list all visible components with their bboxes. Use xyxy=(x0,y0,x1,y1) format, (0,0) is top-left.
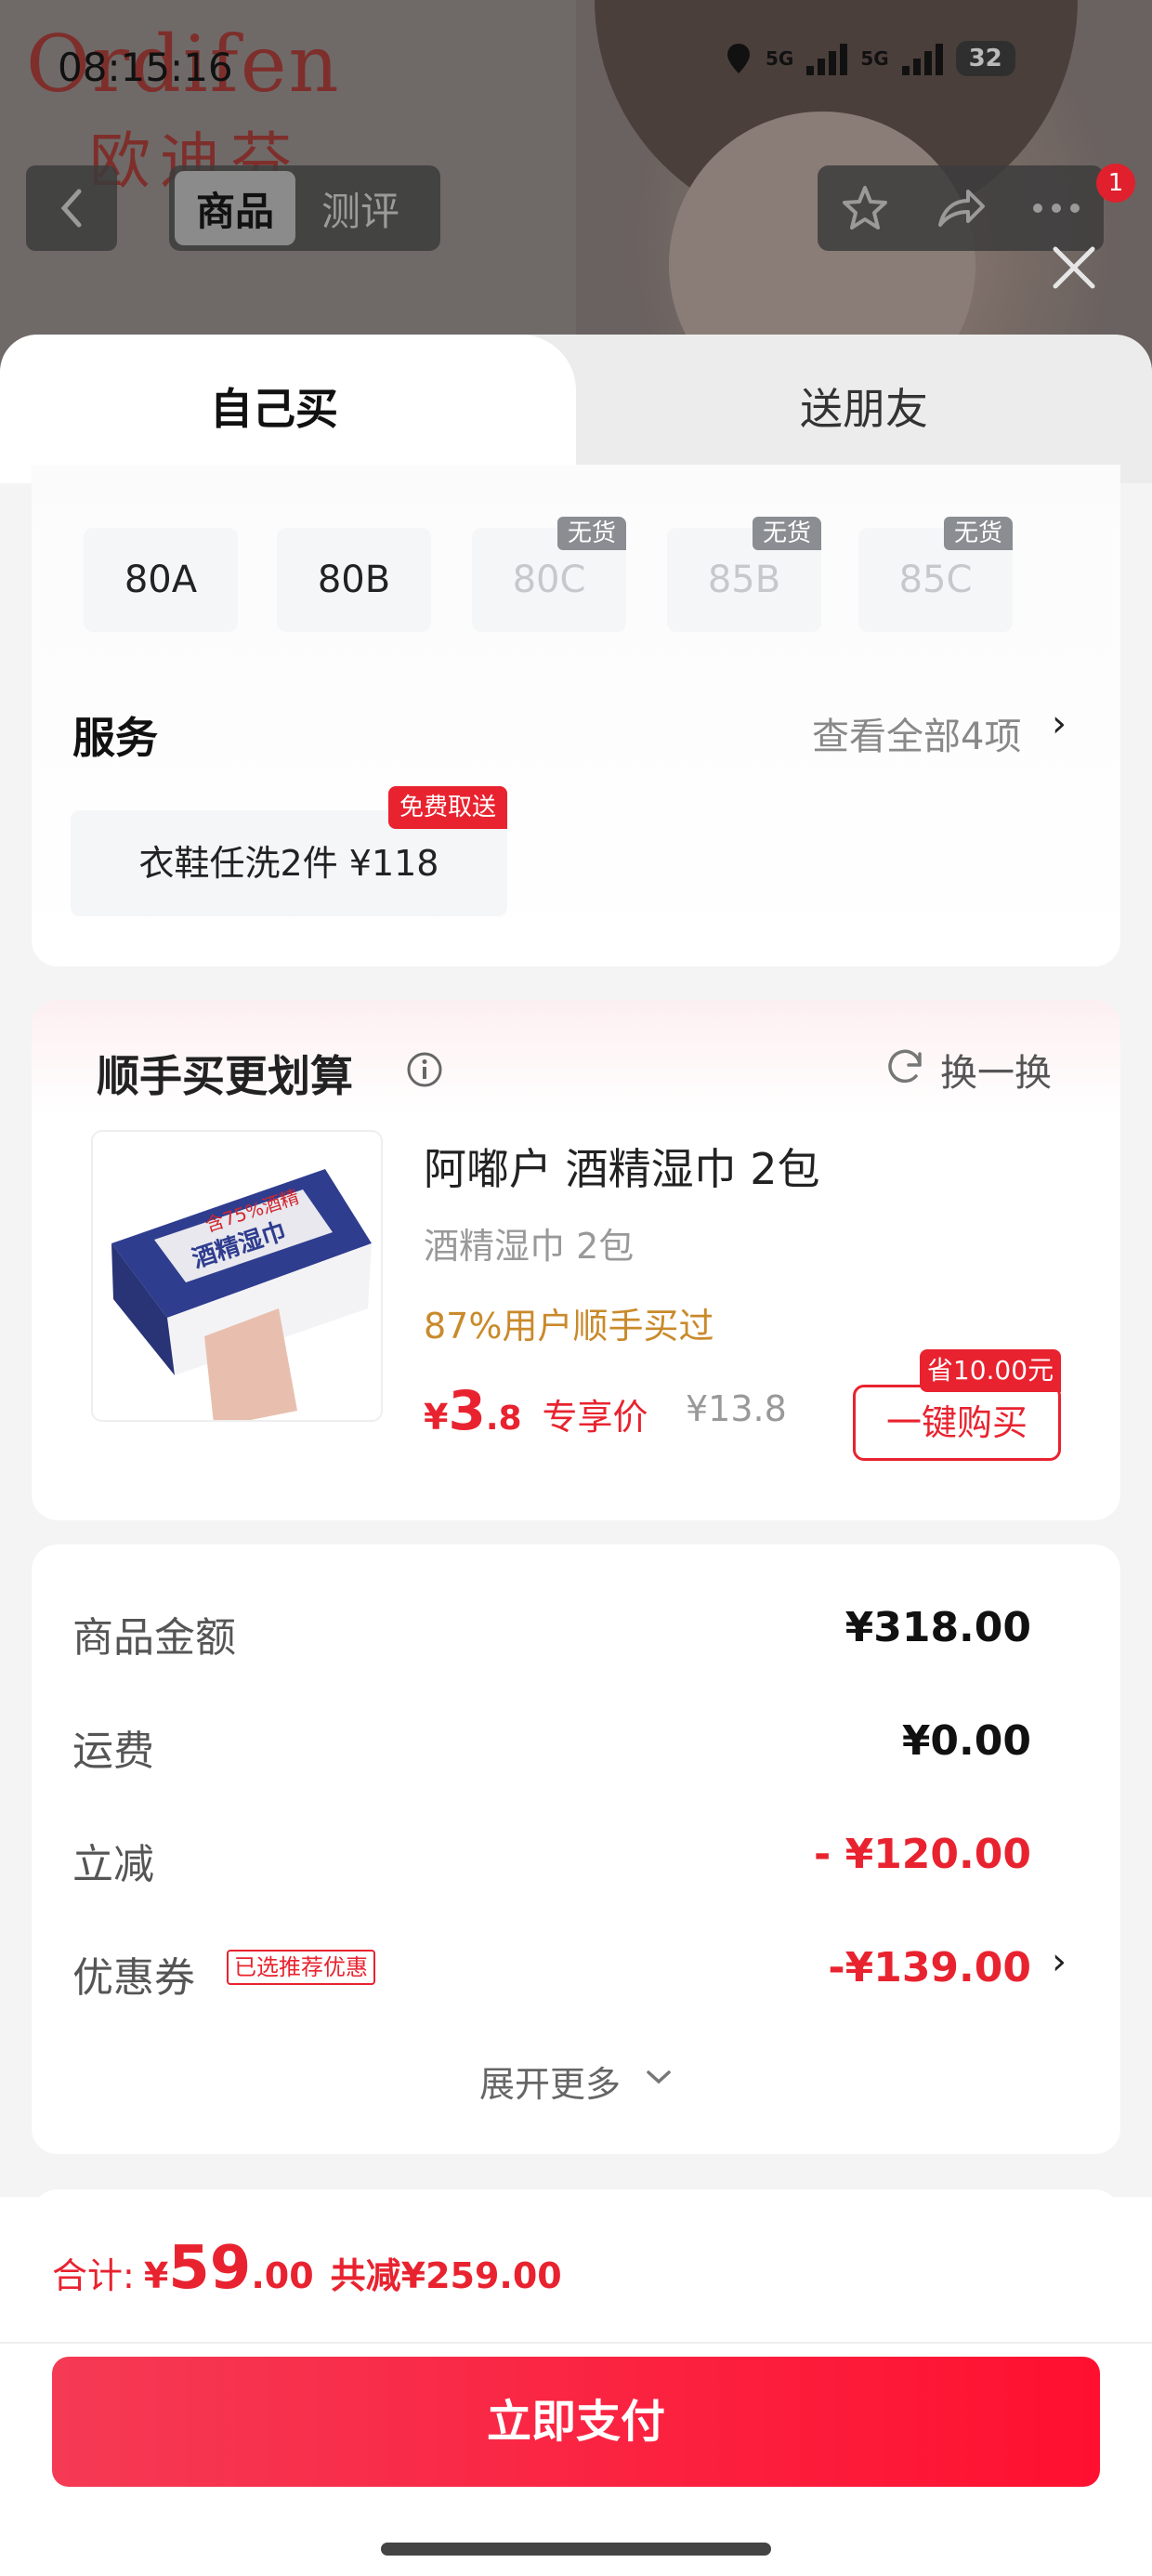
info-icon[interactable] xyxy=(405,1050,444,1089)
price-row-value: - ¥120.00 xyxy=(814,1831,1031,1878)
save-amount-tag: 省10.00元 xyxy=(920,1349,1061,1392)
total-label: 合计: xyxy=(52,2255,135,2296)
chevron-right-icon[interactable]: › xyxy=(1052,703,1067,745)
more-icon[interactable] xyxy=(1030,199,1082,217)
size-label: 80A xyxy=(124,559,198,601)
back-button[interactable] xyxy=(26,165,117,251)
coupon-row-label[interactable]: 优惠券 xyxy=(72,1944,195,2004)
nav-actions xyxy=(818,165,1104,251)
out-of-stock-tag: 无货 xyxy=(944,517,1013,550)
size-option-85b[interactable]: 85B 无货 xyxy=(667,517,821,632)
total-currency: ¥ xyxy=(143,2255,169,2296)
pay-now-button[interactable]: 立即支付 xyxy=(52,2357,1100,2487)
total-integer: 59 xyxy=(168,2234,252,2303)
status-time: 08:15:16 xyxy=(58,45,233,90)
total-decimal: .00 xyxy=(251,2255,314,2296)
tab-gift-to-friend[interactable]: 送朋友 xyxy=(576,375,1152,437)
total-saved: 共减¥259.00 xyxy=(330,2255,562,2296)
nav-tabs: 商品 测评 xyxy=(169,165,440,251)
chevron-right-icon[interactable]: › xyxy=(1052,1940,1067,1983)
location-icon xyxy=(727,44,750,73)
size-option-85c[interactable]: 85C 无货 xyxy=(858,517,1013,632)
expand-more-button[interactable]: 展开更多 xyxy=(479,2056,621,2107)
price-label: 专享价 xyxy=(542,1397,648,1438)
close-icon[interactable] xyxy=(1046,240,1102,296)
upsell-price: ¥ 3 .8 专享价 xyxy=(424,1379,648,1442)
battery-icon: 32 xyxy=(955,41,1015,76)
coupon-row-value[interactable]: -¥139.00 xyxy=(828,1944,1031,1991)
signal-icon-1 xyxy=(806,42,848,75)
service-title: 服务 xyxy=(72,713,158,763)
tab-review[interactable]: 测评 xyxy=(295,171,425,245)
size-label: 85C xyxy=(898,559,973,601)
refresh-icon[interactable] xyxy=(883,1045,927,1089)
size-option-80a[interactable]: 80A xyxy=(84,528,238,632)
price-row-label: 立减 xyxy=(72,1841,154,1888)
star-icon[interactable] xyxy=(839,182,891,234)
tab-buy-for-self[interactable]: 自己买 xyxy=(0,375,548,437)
price-row-value: ¥318.00 xyxy=(844,1604,1031,1651)
size-option-80c[interactable]: 80C 无货 xyxy=(472,517,626,632)
network-label-1: 5G xyxy=(766,47,794,70)
size-option-80b[interactable]: 80B xyxy=(277,528,431,632)
service-view-all[interactable]: 查看全部4项 xyxy=(812,706,1021,760)
size-label: 80C xyxy=(512,559,586,601)
upsell-product-desc: 酒精湿巾 2包 xyxy=(424,1226,635,1267)
upsell-purchase-stat: 87%用户顺手买过 xyxy=(424,1306,714,1347)
size-label: 85B xyxy=(707,559,781,601)
upsell-title: 顺手买更划算 xyxy=(97,1051,353,1101)
one-click-buy-button[interactable]: 一键购买 xyxy=(853,1385,1061,1461)
size-label: 80B xyxy=(317,559,391,601)
home-indicator[interactable] xyxy=(381,2543,771,2556)
out-of-stock-tag: 无货 xyxy=(557,517,626,550)
price-currency: ¥ xyxy=(424,1397,449,1438)
chevron-down-icon[interactable] xyxy=(645,2069,673,2087)
share-icon[interactable] xyxy=(933,182,988,234)
notification-badge: 1 xyxy=(1096,164,1135,203)
network-label-2: 5G xyxy=(860,47,889,70)
price-row-label: 商品金额 xyxy=(72,1614,236,1662)
price-row-label: 运费 xyxy=(72,1728,154,1775)
upsell-product-name[interactable]: 阿嘟户 酒精湿巾 2包 xyxy=(424,1136,820,1197)
original-price: ¥13.8 xyxy=(686,1388,787,1429)
footer-divider xyxy=(0,2342,1152,2344)
upsell-product-image[interactable]: 含75%酒精 酒精湿巾 xyxy=(91,1130,383,1422)
status-indicators: 5G 5G 32 xyxy=(725,41,1015,76)
wet-wipes-package-illustration: 含75%酒精 酒精湿巾 xyxy=(93,1132,381,1420)
coupon-recommended-tag: 已选推荐优惠 xyxy=(227,1950,375,1985)
free-pickup-badge: 免费取送 xyxy=(388,786,507,829)
price-decimal: .8 xyxy=(485,1400,522,1438)
out-of-stock-tag: 无货 xyxy=(753,517,821,550)
signal-icon-2 xyxy=(901,42,943,75)
price-integer: 3 xyxy=(448,1379,486,1442)
order-total: 合计: ¥ 59 .00 共减¥259.00 xyxy=(52,2234,562,2303)
swap-button[interactable]: 换一换 xyxy=(940,1043,1052,1097)
chevron-left-icon xyxy=(60,189,82,228)
tab-product[interactable]: 商品 xyxy=(175,171,295,245)
price-row-value: ¥0.00 xyxy=(901,1717,1031,1765)
